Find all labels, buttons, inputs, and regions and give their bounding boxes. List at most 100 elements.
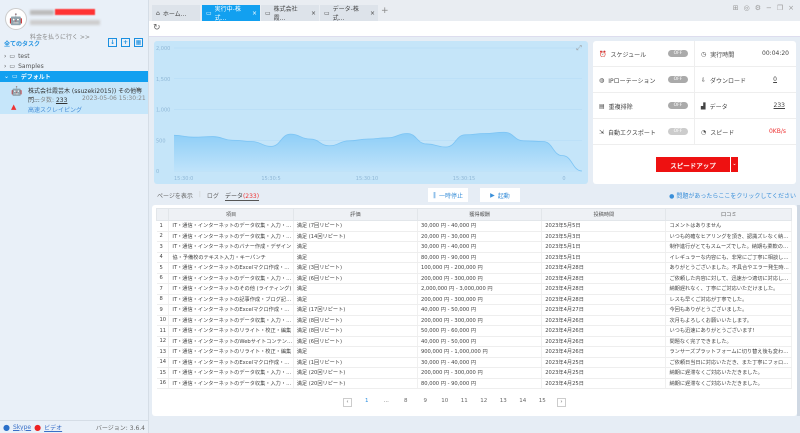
y-tick-label: 1,000 (156, 108, 170, 114)
tab-log[interactable]: ログ (207, 191, 219, 201)
data-stat: ▟ データ 233 (694, 93, 795, 119)
close-window-icon[interactable]: × (788, 4, 794, 12)
column-header[interactable] (155, 208, 170, 221)
tab-label: 実行中-株式... (214, 6, 241, 22)
table-row[interactable]: 11 IT・通信・インターネットのリライト・校正・編集 満足 (8回リピート) 50,… (156, 325, 792, 337)
expand-icon[interactable]: ⤢ (576, 44, 582, 53)
ip-toggle[interactable]: OFF (668, 76, 688, 83)
download-value[interactable]: 0 (773, 76, 777, 83)
table-row[interactable]: 5 IT・通信・インターネットのExcelマクロ作成・VBA... 満足 (3回リピ… (156, 262, 792, 274)
tab-data[interactable]: データ(233) (224, 191, 260, 201)
table-row[interactable]: 8 IT・通信・インターネットの記事作成・ブログ記事・... 満足 200,000 円… (156, 294, 792, 305)
info-icon[interactable]: ◎ (744, 4, 750, 12)
table-row[interactable]: 2 IT・通信・インターネットのデータ収集・入力・リス... 満足 (14回リピート… (156, 231, 792, 242)
auto-export-setting: ⇲ 自動エクスポート OFF (593, 119, 694, 145)
speed-up-button[interactable]: スピードアップ ⌄ (656, 157, 738, 172)
chevron-down-icon[interactable]: ⌄ (730, 157, 738, 172)
new-task-icon[interactable]: + (121, 38, 130, 47)
refresh-icon[interactable]: ↻ (153, 23, 161, 33)
folder-icon: ▭ (9, 52, 16, 60)
skype-icon: ● (3, 422, 10, 432)
page-button[interactable]: 13 (494, 398, 514, 407)
folder-test[interactable]: › ▭ test (0, 51, 148, 61)
table-row[interactable]: 9 IT・通信・インターネットのExcelマクロ作成・VBA... 満足 (17回リ… (156, 304, 792, 316)
page-button[interactable]: 10 (435, 398, 455, 407)
table-row[interactable]: 14 IT・通信・インターネットのExcelマクロ作成・VBA... 満足 (1回リ… (156, 357, 792, 368)
table-row[interactable]: 13 IT・通信・インターネットのリライト・校正・編集 満足 900,000 円 - … (156, 346, 792, 358)
schedule-toggle[interactable]: OFF (668, 50, 688, 57)
column-header[interactable]: 評価 (292, 208, 418, 221)
table-row[interactable]: 6 IT・通信・インターネットのデータ収集・入力・リス... 満足 (6回リピート)… (156, 273, 792, 284)
table-cell: 満足 (293, 241, 418, 253)
close-icon[interactable]: × (311, 10, 316, 17)
column-header[interactable]: 獲得報酬 (416, 208, 543, 221)
data-value[interactable]: 233 (774, 102, 785, 109)
folder-default[interactable]: ⌄ ▭ デフォルト (0, 71, 148, 82)
table-cell: 6 (156, 273, 170, 284)
tab-label: ホーム... (162, 10, 187, 18)
table-cell: 14 (156, 357, 170, 368)
grid-icon[interactable]: ▦ (134, 38, 143, 47)
task-item[interactable]: 🤖 株式会社霞芸木 (ssuzeki2015)) その他専門... × データ数… (0, 82, 148, 114)
table-row[interactable]: 1 IT・通信・インターネットのデータ収集・入力・リス... 満足 (7回リピート)… (156, 220, 792, 232)
page-button[interactable]: 11 (455, 398, 475, 407)
skype-link[interactable]: Skype (13, 424, 31, 431)
next-page-button[interactable]: › (557, 398, 566, 407)
close-icon[interactable]: × (252, 10, 257, 17)
page-button[interactable]: 9 (416, 398, 436, 407)
divider: | (198, 191, 201, 198)
table-row[interactable]: 4 協・予備校のテキスト入力・キーパンチ 満足 80,000 円 - 90,000 円… (156, 252, 792, 263)
new-tab-button[interactable]: + (381, 6, 389, 16)
prev-page-button[interactable]: ‹ (343, 398, 352, 407)
table-row[interactable]: 15 IT・通信・インターネットのデータ収集・入力・リス... 満足 (20回リピー… (156, 367, 792, 379)
gift-icon[interactable]: ⊞ (733, 4, 739, 12)
page-button[interactable]: 14 (513, 398, 533, 407)
column-header[interactable]: 項目 (168, 208, 294, 221)
table-cell: 80,000 円 - 90,000 円 (417, 252, 543, 263)
tab-page-view[interactable]: ページを表示 (157, 191, 193, 201)
dedupe-toggle[interactable]: OFF (668, 102, 688, 109)
data-count-link[interactable]: 233 (56, 97, 67, 104)
table-cell: 2023年4月28日 (541, 283, 667, 295)
help-link[interactable]: ● 問題があったらここをクリックしてください (669, 191, 796, 200)
table-row[interactable]: 7 IT・通信・インターネットのその他 (ライティング) 満足 2,000,000 円… (156, 283, 792, 295)
tab-data[interactable]: ▭ データ-株式... × (320, 5, 378, 22)
table-row[interactable]: 3 IT・通信・インターネットのバナー作成・デザイン 満足 30,000 円 - 40… (156, 241, 792, 253)
speed-stat: ◔ スピード 0KB/s (694, 119, 795, 145)
tab-running[interactable]: ▭ 実行中-株式... × (202, 5, 260, 22)
page-button[interactable]: 8 (396, 398, 416, 407)
column-header[interactable]: 投稿時間 (541, 208, 667, 221)
pause-button[interactable]: ‖ 一時停止 (428, 188, 468, 202)
runtime-value: 00:04:20 (762, 50, 789, 57)
minimize-icon[interactable]: − (766, 4, 772, 12)
close-icon[interactable]: × (135, 86, 140, 93)
page-button[interactable]: ... (377, 398, 397, 407)
ip-label: IPローテーション (608, 77, 656, 85)
close-icon[interactable]: × (370, 10, 375, 17)
speed-mode-icon: ▲ (11, 103, 17, 111)
video-link[interactable]: ビデオ (44, 423, 62, 432)
robot-avatar-icon[interactable]: 🤖 (5, 8, 27, 30)
all-tasks-label[interactable]: 全てのタスク (4, 39, 40, 48)
tab-company[interactable]: ▭ 株式会社霞... × (261, 5, 319, 22)
table-row[interactable]: 16 IT・通信・インターネットのデータ収集・入力・リス... 満足 (20回リピー… (156, 378, 792, 389)
table-cell: 2023年4月28日 (541, 294, 667, 305)
tab-home[interactable]: ⌂ ホーム... (152, 5, 200, 21)
ip-rotation-setting: ◍ IPローテーション OFF (593, 67, 694, 93)
page-button[interactable]: 1 (357, 398, 377, 407)
folder-label: Samples (18, 62, 44, 70)
import-icon[interactable]: ↓ (108, 38, 117, 47)
table-cell: 2023年4月26日 (541, 336, 667, 347)
folder-samples[interactable]: › ▭ Samples (0, 61, 148, 71)
x-tick-label: 15:30:15 (453, 176, 475, 182)
export-toggle[interactable]: OFF (668, 128, 688, 135)
page-button[interactable]: 12 (474, 398, 494, 407)
start-button[interactable]: ▶ 起動 (480, 188, 520, 202)
column-header[interactable]: 口コミ (665, 208, 792, 221)
page-button[interactable]: 15 (533, 398, 553, 407)
table-row[interactable]: 12 IT・通信・インターネットのWebサイトコンテンツ作... 満足 (6回リピー… (156, 336, 792, 347)
settings-icon[interactable]: ⚙ (755, 4, 761, 12)
stats-row: ◍ IPローテーション OFF ⇩ ダウンロード 0 (593, 67, 796, 93)
table-row[interactable]: 10 IT・通信・インターネットのデータ収集・入力・リス... 満足 (8回リピート… (156, 315, 792, 326)
restore-icon[interactable]: ❐ (777, 4, 783, 12)
